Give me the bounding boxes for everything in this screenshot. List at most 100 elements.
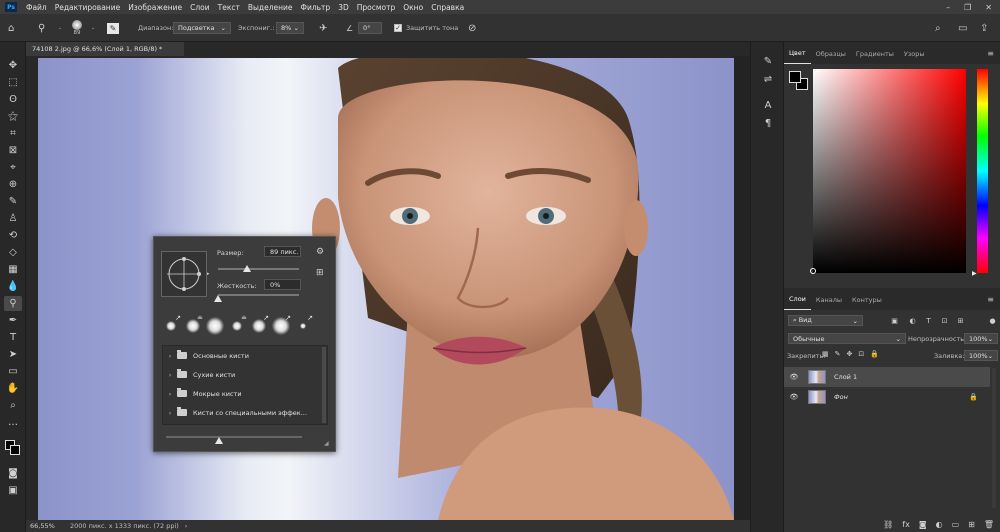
new-preset-icon[interactable]: ⊞ — [316, 268, 324, 278]
tab-channels[interactable]: Каналы — [811, 296, 847, 310]
lock-artboard-icon[interactable]: ⊡ — [858, 350, 864, 358]
crop-icon[interactable]: ⌗ — [4, 126, 22, 141]
zoom-icon[interactable]: ⌕ — [4, 398, 22, 413]
exposure-field[interactable]: 8% ⌄ — [276, 22, 304, 34]
magic-wand-icon[interactable]: ⚝ — [4, 109, 22, 124]
tab-color[interactable]: Цвет — [784, 49, 811, 64]
gradient-icon[interactable]: ▦ — [4, 262, 22, 277]
lock-transparency-icon[interactable]: ▦ — [822, 350, 829, 358]
layer-row[interactable]: 👁 Фон 🔒 — [784, 387, 990, 407]
canvas-area[interactable] — [26, 56, 750, 520]
path-select-icon[interactable]: ➤ — [4, 347, 22, 362]
filter-toggle-icon[interactable]: ● — [988, 316, 997, 325]
size-slider-track[interactable] — [218, 268, 299, 270]
eye-icon[interactable]: 👁 — [787, 393, 801, 401]
lock-position-icon[interactable]: ✥ — [847, 350, 853, 358]
tab-paths[interactable]: Контуры — [847, 296, 887, 310]
menu-window[interactable]: Окно — [399, 3, 427, 12]
resize-grip-icon[interactable]: ◢ — [324, 440, 329, 447]
preview-size-slider-thumb[interactable] — [215, 437, 223, 444]
menu-help[interactable]: Справка — [427, 3, 468, 12]
brush-group[interactable]: › Сухие кисти — [163, 365, 329, 384]
type-filter-icon[interactable]: T — [924, 316, 933, 325]
canvas-vertical-scrollbar[interactable] — [734, 56, 750, 520]
frame-icon[interactable]: ⊠ — [4, 143, 22, 158]
airbrush-icon[interactable]: ✈ — [319, 14, 327, 42]
gear-icon[interactable]: ⚙ — [316, 247, 324, 257]
brush-preset[interactable]: ≐ — [228, 314, 247, 335]
eyedropper-icon[interactable]: ⌖ — [4, 160, 22, 175]
blur-icon[interactable]: 💧 — [4, 279, 22, 294]
hand-icon[interactable]: ✋ — [4, 381, 22, 396]
dodge-icon[interactable]: ⚲ — [4, 296, 22, 311]
add-mask-icon[interactable]: ◙ — [919, 520, 927, 529]
protect-tones-option[interactable]: ✓ Защитить тона — [394, 14, 458, 42]
tab-patterns[interactable]: Узоры — [899, 50, 930, 64]
healing-icon[interactable]: ⊕ — [4, 177, 22, 192]
brush-angle-preview[interactable] — [161, 251, 207, 297]
fx-icon[interactable]: fx — [902, 520, 910, 529]
paragraph-icon[interactable]: ¶ — [761, 116, 775, 130]
size-slider-thumb[interactable] — [243, 265, 252, 272]
brush-group[interactable]: › Основные кисти — [163, 346, 329, 365]
dodge-tool-icon[interactable]: ⚲ — [38, 14, 45, 42]
range-dropdown[interactable]: Подсветка ⌄ — [173, 22, 231, 34]
size-input[interactable]: 89 пикс. — [264, 246, 301, 257]
adjustment-filter-icon[interactable]: ◐ — [908, 316, 917, 325]
layer-filter-dropdown[interactable]: ⌕ Вид ⌄ — [788, 315, 863, 326]
preview-size-slider-track[interactable] — [166, 436, 302, 438]
panel-menu-icon[interactable]: ≡ — [987, 49, 1000, 64]
tab-swatches[interactable]: Образцы — [811, 50, 851, 64]
brush-preset[interactable]: ↗ — [294, 314, 313, 335]
protect-tones-checkbox[interactable]: ✓ — [394, 24, 402, 32]
trash-icon[interactable]: 🗑 — [984, 520, 994, 529]
color-field[interactable] — [813, 69, 966, 273]
brush-preset[interactable]: ↗ — [250, 314, 269, 335]
brush-group[interactable]: › Мокрые кисти — [163, 384, 329, 403]
new-group-icon[interactable]: ▭ — [952, 520, 960, 529]
brush-preset[interactable] — [206, 317, 224, 335]
stamp-icon[interactable]: ♙ — [4, 211, 22, 226]
share-icon[interactable]: ⇪ — [980, 14, 988, 42]
pen-icon[interactable]: ✒ — [4, 313, 22, 328]
photo-canvas[interactable] — [38, 58, 734, 520]
workspace-icon[interactable]: ▭ — [958, 14, 967, 42]
brush-preset[interactable]: ≐ — [184, 314, 203, 335]
brush-settings-icon[interactable]: ✎ — [761, 54, 775, 68]
brush-group[interactable]: › Кисти со специальными эффек... — [163, 403, 329, 422]
link-layers-icon[interactable]: ⛓ — [883, 520, 893, 529]
hardness-slider-track[interactable] — [218, 294, 299, 296]
status-menu-arrow-icon[interactable]: › — [179, 522, 188, 530]
lock-all-icon[interactable]: 🔒 — [870, 350, 879, 358]
more-icon[interactable]: … — [4, 415, 22, 430]
brush-preset[interactable]: ↗ — [162, 314, 181, 335]
fill-field[interactable]: 100% ⌄ — [964, 350, 998, 361]
zoom-readout[interactable]: 66,55% — [26, 522, 62, 530]
menu-type[interactable]: Текст — [214, 3, 244, 12]
hardness-input[interactable]: 0% — [264, 279, 301, 290]
menu-edit[interactable]: Редактирование — [51, 3, 124, 12]
pressure-size-icon[interactable]: ⊘ — [468, 14, 476, 42]
type-icon[interactable]: T — [4, 330, 22, 345]
layers-scrollbar[interactable] — [992, 368, 996, 508]
eye-icon[interactable]: 👁 — [787, 373, 801, 381]
hardness-slider-thumb[interactable] — [214, 295, 222, 302]
search-icon[interactable]: ⌕ — [935, 14, 941, 42]
restore-icon[interactable]: ❐ — [964, 3, 971, 12]
screen-mode-icon[interactable]: ▣ — [4, 483, 22, 498]
history-brush-icon[interactable]: ⟲ — [4, 228, 22, 243]
menu-filter[interactable]: Фильтр — [297, 3, 335, 12]
tab-gradients[interactable]: Градиенты — [851, 50, 899, 64]
brush-list-scrollbar[interactable] — [322, 347, 326, 423]
blend-mode-dropdown[interactable]: Обычные ⌄ — [788, 333, 906, 344]
layer-row[interactable]: 👁 Слой 1 — [784, 367, 990, 387]
rectangle-icon[interactable]: ▭ — [4, 364, 22, 379]
adjustment-layer-icon[interactable]: ◐ — [936, 520, 943, 529]
character-icon[interactable]: A — [761, 98, 775, 112]
menu-view[interactable]: Просмотр — [353, 3, 400, 12]
brush-preset[interactable]: ↗ — [272, 314, 291, 335]
home-icon[interactable]: ⌂ — [8, 14, 14, 42]
brush-preset-picker[interactable]: 89 — [72, 14, 82, 42]
lock-icon[interactable]: 🔒 — [969, 393, 978, 401]
menu-image[interactable]: Изображение — [124, 3, 186, 12]
